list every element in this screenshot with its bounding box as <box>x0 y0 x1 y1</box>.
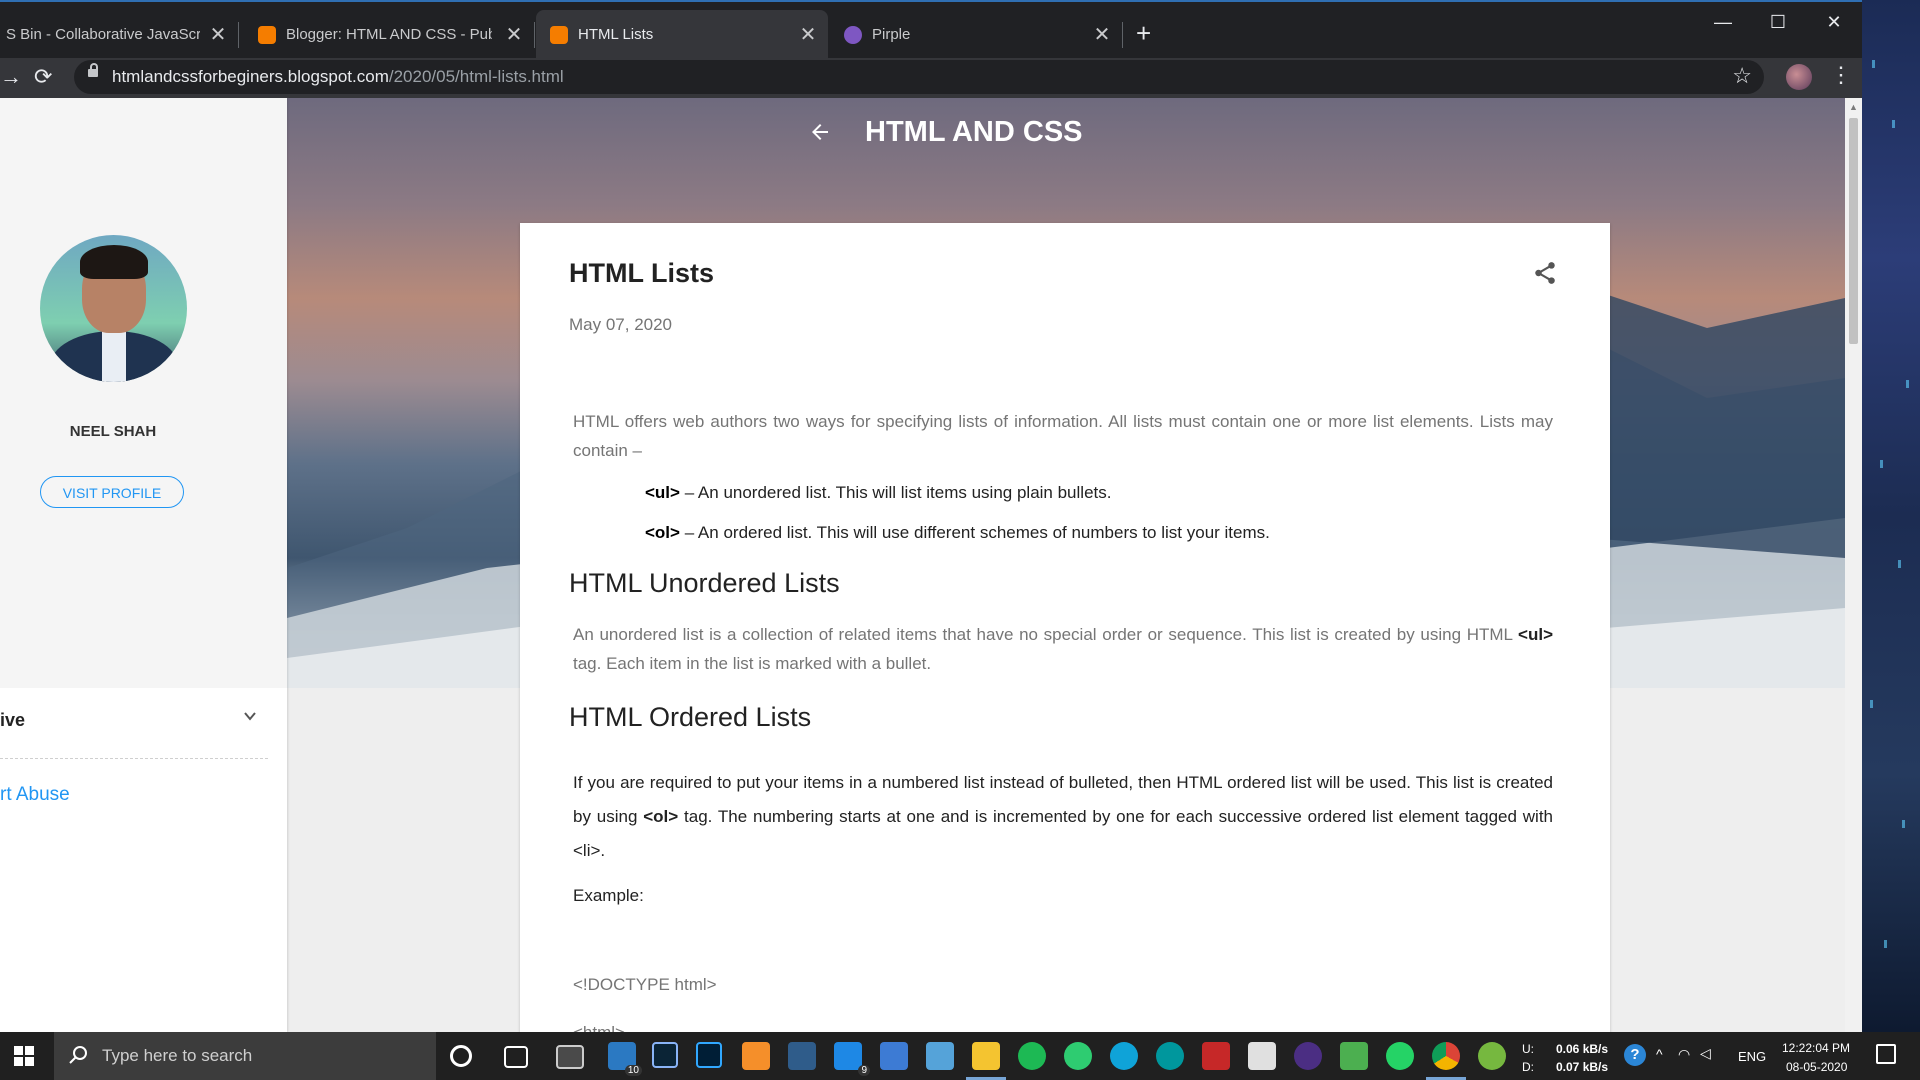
close-window-icon[interactable]: ✕ <box>1819 12 1849 33</box>
lightroom-icon[interactable] <box>652 1042 678 1068</box>
blog-title[interactable]: HTML AND CSS <box>865 116 1083 149</box>
eclipse-icon[interactable] <box>1294 1042 1322 1070</box>
windows-start-icon[interactable] <box>14 1046 34 1066</box>
app-icon[interactable] <box>1340 1042 1368 1070</box>
list-item: <ol> – An ordered list. This will use di… <box>645 523 1270 542</box>
profile-name: NEEL SHAH <box>69 423 157 440</box>
close-tab-icon[interactable]: ✕ <box>208 22 228 47</box>
back-arrow-icon[interactable] <box>808 120 832 144</box>
profile-photo[interactable] <box>40 235 187 382</box>
blogger-icon <box>550 26 568 44</box>
profile-avatar[interactable] <box>1786 64 1812 90</box>
minimize-icon[interactable]: — <box>1708 12 1738 33</box>
taskbar-search[interactable]: Type here to search <box>54 1032 436 1080</box>
cortana-icon[interactable] <box>450 1045 472 1067</box>
chrome-icon[interactable] <box>1426 1042 1466 1080</box>
tab-html-lists[interactable]: HTML Lists ✕ <box>536 10 828 60</box>
close-tab-icon[interactable]: ✕ <box>504 22 524 47</box>
close-tab-icon[interactable]: ✕ <box>1092 22 1112 47</box>
search-placeholder: Type here to search <box>102 1046 253 1065</box>
ordered-paragraph: If you are required to put your items in… <box>573 773 1553 860</box>
app-badge-icon[interactable]: 10 <box>608 1042 642 1076</box>
app-icon[interactable] <box>926 1042 954 1070</box>
store-icon[interactable] <box>880 1042 908 1070</box>
visit-profile-button[interactable]: VISIT PROFILE <box>40 476 184 508</box>
address-bar[interactable]: htmlandcssforbeginers.blogspot.com/2020/… <box>74 60 1764 94</box>
code-line: <html> <box>573 1023 625 1032</box>
unordered-paragraph: An unordered list is a collection of rel… <box>573 625 1553 673</box>
net-download: 0.07 kB/s <box>1556 1060 1609 1074</box>
taskbar: Type here to search 10 9 U: D: 0.06 kB/s… <box>0 1032 1920 1080</box>
sidebar-widgets: ive rt Abuse <box>0 688 287 1032</box>
net-up-label: U: <box>1522 1042 1534 1056</box>
divider <box>0 758 268 759</box>
intro-paragraph: HTML offers web authors two ways for spe… <box>573 412 1553 460</box>
scrollbar[interactable]: ▲ <box>1845 98 1862 1032</box>
tab-title: HTML Lists <box>578 26 654 43</box>
search-icon <box>69 1046 87 1064</box>
tab-title: Pirple <box>872 26 911 43</box>
maximize-icon[interactable]: ☐ <box>1763 12 1793 33</box>
tab-blogger[interactable]: Blogger: HTML AND CSS - Published ✕ <box>244 10 535 60</box>
code-line: <!DOCTYPE html> <box>573 975 717 994</box>
lock-icon <box>88 63 98 77</box>
sidebar: NEEL SHAH VISIT PROFILE ive rt Abuse <box>0 98 287 1032</box>
document-icon[interactable] <box>1248 1042 1276 1070</box>
tab-pirple[interactable]: Pirple ✕ <box>830 10 1123 60</box>
browser-window: S Bin - Collaborative JavaScript Debuggi… <box>0 0 1862 1032</box>
sublime-text-icon[interactable] <box>742 1042 770 1070</box>
heading-ordered: HTML Ordered Lists <box>569 702 812 732</box>
reload-icon[interactable]: ⟳ <box>34 64 52 90</box>
post-card: HTML Lists May 07, 2020 HTML offers web … <box>520 223 1610 1032</box>
list-item: <ul> – An unordered list. This will list… <box>645 483 1112 502</box>
task-view-icon[interactable] <box>504 1046 528 1068</box>
post-date: May 07, 2020 <box>569 315 673 334</box>
wifi-icon[interactable]: ◠ <box>1678 1046 1690 1063</box>
mail-icon[interactable]: 9 <box>834 1042 870 1076</box>
page-content: HTML AND CSS NEEL SHAH VISIT PROFILE ive… <box>0 98 1845 1032</box>
language-indicator[interactable]: ENG <box>1738 1049 1766 1064</box>
clock-time[interactable]: 12:22:04 PM <box>1782 1041 1850 1055</box>
tab-title: Blogger: HTML AND CSS - Published <box>286 26 492 43</box>
share-icon[interactable] <box>1532 260 1558 286</box>
tab-title: S Bin - Collaborative JavaScript Debuggi… <box>6 26 200 43</box>
desktop-app-icon[interactable] <box>556 1045 584 1069</box>
arduino-icon[interactable] <box>1156 1042 1184 1070</box>
report-abuse-link[interactable]: rt Abuse <box>0 784 70 806</box>
utorrent-icon[interactable] <box>1478 1042 1506 1070</box>
menu-icon[interactable]: ⋮ <box>1830 62 1852 88</box>
volume-icon[interactable]: ◁ <box>1700 1045 1711 1062</box>
heading-unordered: HTML Unordered Lists <box>569 568 840 598</box>
photoshop-icon[interactable] <box>696 1042 722 1068</box>
bookmark-star-icon[interactable]: ☆ <box>1732 63 1752 89</box>
clock-date[interactable]: 08-05-2020 <box>1786 1060 1847 1074</box>
system-tray: U: D: 0.06 kB/s 0.07 kB/s ? ^ ◠ ◁ ENG 12… <box>1518 1032 1920 1080</box>
forward-icon[interactable]: → <box>0 64 22 90</box>
desktop-wallpaper <box>1862 0 1920 1032</box>
archive-heading[interactable]: ive <box>0 710 25 731</box>
app-icon[interactable] <box>1064 1042 1092 1070</box>
net-down-label: D: <box>1522 1060 1534 1074</box>
edge-icon[interactable] <box>1110 1042 1138 1070</box>
app-icon[interactable] <box>788 1042 816 1070</box>
net-upload: 0.06 kB/s <box>1556 1042 1609 1056</box>
chevron-up-icon[interactable]: ^ <box>1656 1046 1663 1062</box>
app-icon[interactable] <box>1202 1042 1230 1070</box>
example-label: Example: <box>573 886 644 905</box>
tab-strip: S Bin - Collaborative JavaScript Debuggi… <box>0 0 1862 64</box>
post-title: HTML Lists <box>569 258 715 288</box>
new-tab-button[interactable]: + <box>1136 18 1151 49</box>
chevron-down-icon[interactable] <box>244 710 256 722</box>
help-icon[interactable]: ? <box>1624 1044 1646 1066</box>
whatsapp-icon[interactable] <box>1386 1042 1414 1070</box>
close-tab-icon[interactable]: ✕ <box>798 22 818 47</box>
notifications-icon[interactable] <box>1876 1044 1896 1064</box>
file-explorer-icon[interactable] <box>966 1042 1006 1080</box>
url-text[interactable]: htmlandcssforbeginers.blogspot.com/2020/… <box>112 67 564 87</box>
blogger-icon <box>258 26 276 44</box>
tab-jsbin[interactable]: S Bin - Collaborative JavaScript Debuggi… <box>0 10 239 60</box>
toolbar: → ⟳ htmlandcssforbeginers.blogspot.com/2… <box>0 58 1862 98</box>
pirple-icon <box>844 26 862 44</box>
spotify-icon[interactable] <box>1018 1042 1046 1070</box>
